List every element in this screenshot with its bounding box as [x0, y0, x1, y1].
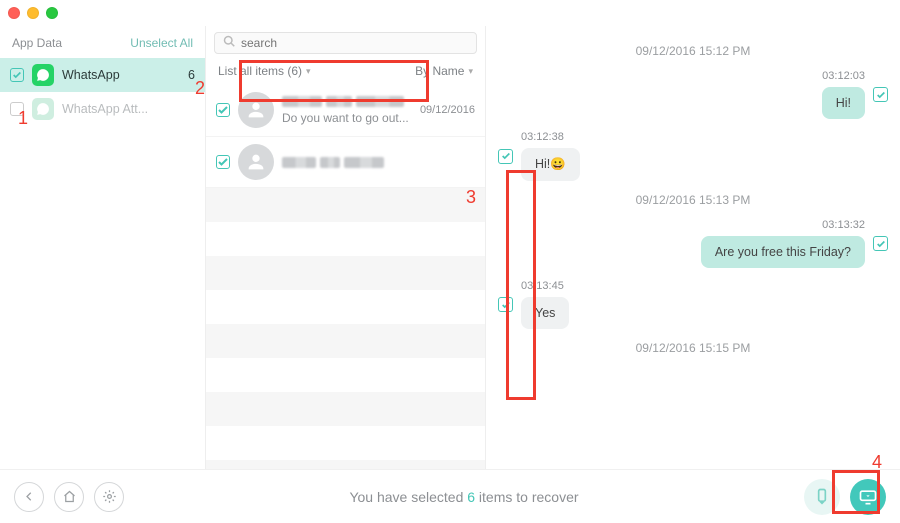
- settings-button[interactable]: [94, 482, 124, 512]
- message-checkbox[interactable]: [873, 87, 888, 102]
- sidebar-app-data: App Data Unselect All WhatsApp 6 WhatsAp…: [0, 26, 206, 469]
- message-row: 03:12:38 Hi!😀: [498, 131, 888, 181]
- message-bubble-incoming[interactable]: Yes: [521, 297, 569, 329]
- sidebar-item-whatsapp[interactable]: WhatsApp 6: [0, 58, 205, 92]
- checkbox-icon[interactable]: [216, 103, 230, 117]
- back-button[interactable]: [14, 482, 44, 512]
- search-icon: [223, 34, 235, 52]
- sidebar-item-count: 6: [188, 68, 195, 82]
- export-to-device-button[interactable]: [804, 479, 840, 515]
- empty-list-area: [206, 188, 485, 469]
- window-titlebar: [0, 0, 900, 26]
- sidebar-item-label: WhatsApp Att...: [62, 102, 195, 116]
- message-bubble-incoming[interactable]: Hi!😀: [521, 148, 580, 181]
- chevron-down-icon: ▾: [468, 66, 473, 77]
- message-checkbox[interactable]: [498, 149, 513, 164]
- export-to-computer-button[interactable]: [850, 479, 886, 515]
- checkbox-icon[interactable]: [10, 102, 24, 116]
- checkbox-icon[interactable]: [10, 68, 24, 82]
- search-input[interactable]: [214, 32, 477, 54]
- message-checkbox[interactable]: [498, 297, 513, 312]
- message-time: 03:12:03: [822, 70, 865, 82]
- date-separator: 09/12/2016 15:15 PM: [498, 341, 888, 355]
- sidebar-item-label: WhatsApp: [62, 68, 188, 82]
- conversation-list-panel: List all items (6)▾ By Name▾ Do you want…: [206, 26, 486, 469]
- selection-status: You have selected 6 items to recover: [134, 489, 794, 505]
- message-row: 03:13:32 Are you free this Friday?: [498, 219, 888, 268]
- message-bubble-outgoing[interactable]: Are you free this Friday?: [701, 236, 865, 268]
- message-time: 03:13:45: [521, 280, 564, 292]
- message-time: 03:13:32: [822, 219, 865, 231]
- chat-panel: 09/12/2016 15:12 PM 03:12:03 Hi! 03:12:3…: [486, 26, 900, 469]
- conversation-preview: Do you want to go out...: [282, 111, 414, 125]
- date-separator: 09/12/2016 15:12 PM: [498, 44, 888, 58]
- conversation-item[interactable]: [206, 136, 485, 188]
- footer-bar: You have selected 6 items to recover: [0, 469, 900, 523]
- avatar-icon: [238, 144, 274, 180]
- filter-list-dropdown[interactable]: List all items (6)▾: [218, 64, 311, 78]
- chevron-down-icon: ▾: [306, 66, 311, 77]
- minimize-window-button[interactable]: [27, 7, 39, 19]
- sort-by-dropdown[interactable]: By Name▾: [415, 64, 473, 78]
- home-button[interactable]: [54, 482, 84, 512]
- sidebar-header-label: App Data: [12, 36, 62, 50]
- whatsapp-icon: [32, 64, 54, 86]
- message-time: 03:12:38: [521, 131, 564, 143]
- message-row: 03:12:03 Hi!: [498, 70, 888, 119]
- message-bubble-outgoing[interactable]: Hi!: [822, 87, 865, 119]
- close-window-button[interactable]: [8, 7, 20, 19]
- maximize-window-button[interactable]: [46, 7, 58, 19]
- unselect-all-link[interactable]: Unselect All: [130, 36, 193, 50]
- conversation-date: 09/12/2016: [420, 104, 475, 116]
- message-row: 03:13:45 Yes: [498, 280, 888, 329]
- avatar-icon: [238, 92, 274, 128]
- whatsapp-attachment-icon: [32, 98, 54, 120]
- date-separator: 09/12/2016 15:13 PM: [498, 193, 888, 207]
- checkbox-icon[interactable]: [216, 155, 230, 169]
- sidebar-item-whatsapp-attachments[interactable]: WhatsApp Att...: [0, 92, 205, 126]
- conversation-item[interactable]: Do you want to go out... 09/12/2016: [206, 84, 485, 136]
- message-checkbox[interactable]: [873, 236, 888, 251]
